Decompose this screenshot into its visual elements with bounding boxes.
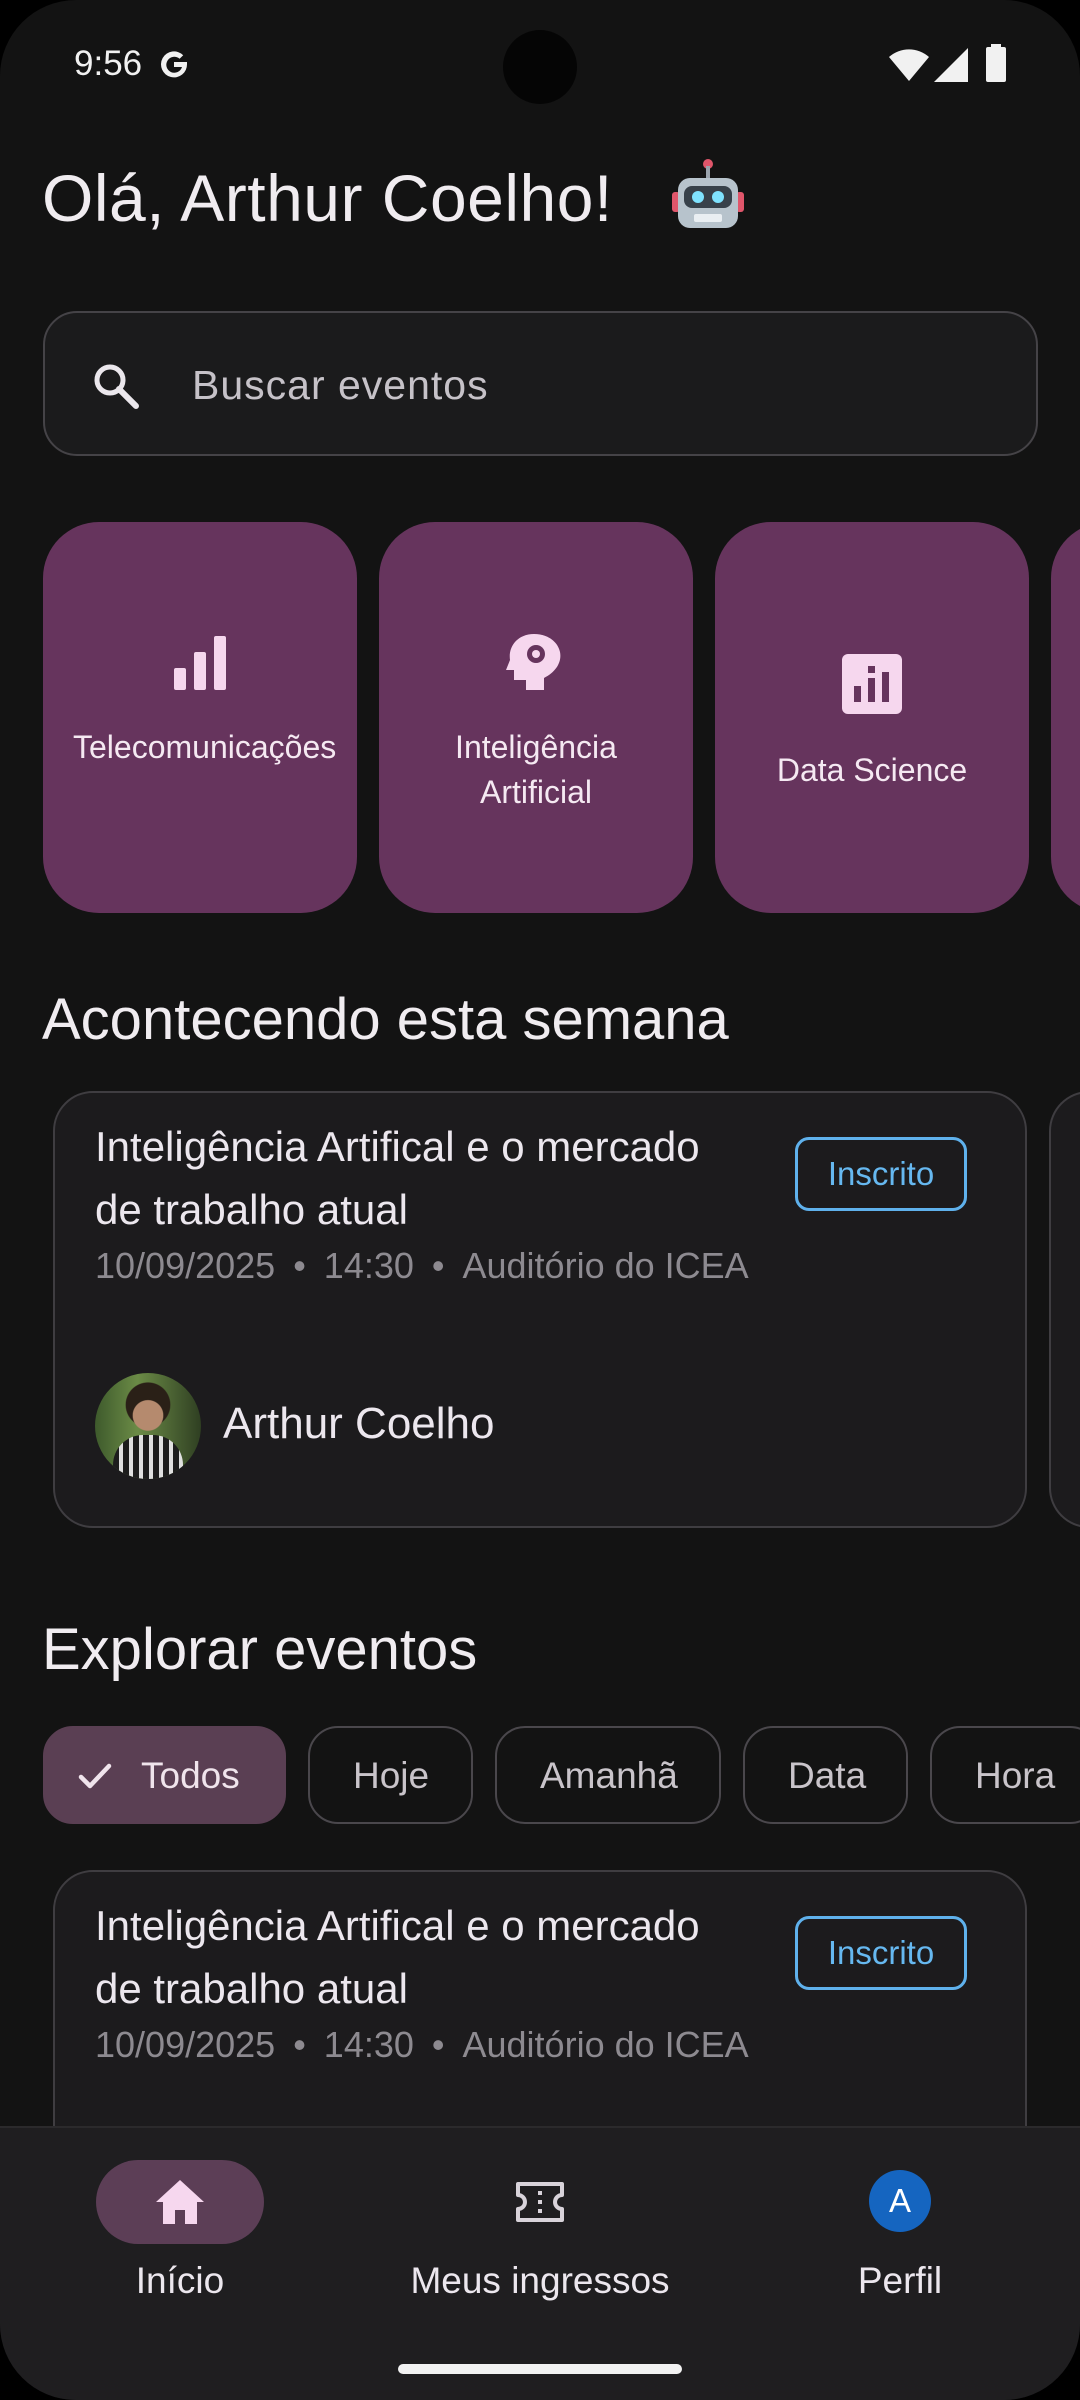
nav-label: Perfil: [857, 2260, 943, 2301]
event-date: 10/09/2025: [95, 2024, 276, 2065]
category-card-ai[interactable]: Inteligência Artificial: [379, 522, 693, 913]
separator-dot: •: [431, 2024, 445, 2065]
section-title-explore: Explorar eventos: [42, 1617, 478, 1682]
filter-chip-hora[interactable]: Hora: [930, 1726, 1080, 1824]
category-card-data-science[interactable]: Data Science: [715, 522, 1029, 913]
signal-icon: [934, 48, 968, 82]
search-bar[interactable]: Buscar eventos: [43, 311, 1038, 456]
ticket-icon: [516, 2182, 564, 2222]
chip-label: Hoje: [353, 1755, 430, 1796]
event-meta: 10/09/2025 • 14:30 • Auditório do ICEA: [95, 1245, 749, 1287]
avatar-shirt: [113, 1435, 183, 1479]
nav-item-meus-ingressos[interactable]: Meus ingressos: [360, 2128, 720, 2328]
bottom-navigation: Início Meus ingressos A Perfil: [0, 2126, 1080, 2400]
robot-emoji-icon: [672, 159, 744, 228]
google-icon: [161, 51, 188, 78]
event-card-this-week[interactable]: Inteligência Artifical e o mercado de tr…: [53, 1091, 1027, 1528]
event-title: Inteligência Artifical e o mercado de tr…: [95, 1123, 700, 1233]
event-time: 14:30: [323, 1245, 414, 1286]
chip-label: Amanhã: [540, 1755, 678, 1796]
chip-label: Todos: [141, 1755, 240, 1796]
separator-dot: •: [293, 2024, 306, 2065]
nav-label: Início: [135, 2260, 225, 2301]
nav-item-perfil[interactable]: A Perfil: [720, 2128, 1080, 2328]
organizer-name: Arthur Coelho: [223, 1399, 495, 1448]
event-location: Auditório do ICEA: [462, 1245, 749, 1286]
event-meta: 10/09/2025 • 14:30 • Auditório do ICEA: [95, 2024, 749, 2066]
chip-fade: [866, 1728, 906, 1822]
nav-item-inicio[interactable]: Início: [0, 2128, 360, 2328]
chip-fade: [431, 1728, 471, 1822]
category-label: Inteligência Artificial: [455, 729, 617, 810]
battery-icon: [986, 44, 1006, 82]
bar-chart-icon: [174, 636, 226, 690]
filter-chip-hoje[interactable]: Hoje: [308, 1726, 473, 1824]
greeting-title: Olá, Arthur Coelho!: [42, 161, 613, 235]
analytics-icon: [842, 654, 902, 714]
event-card-peek[interactable]: [1049, 1091, 1080, 1528]
separator-dot: •: [293, 1245, 306, 1286]
category-card-peek[interactable]: [1051, 522, 1080, 913]
nav-label: Meus ingressos: [410, 2260, 670, 2301]
home-icon: [156, 2180, 204, 2224]
screen: 9:56 Olá, Arthur Coelho! Buscar eventos …: [0, 0, 1080, 2400]
chip-fade: [679, 1728, 719, 1822]
front-camera: [503, 30, 577, 104]
separator-dot: •: [431, 1245, 445, 1286]
section-title-this-week: Acontecendo esta semana: [42, 987, 729, 1052]
category-card-telecom[interactable]: Telecomunicações: [43, 522, 357, 913]
search-icon: [94, 364, 139, 409]
category-label: Data Science: [776, 752, 968, 788]
status-bar: 9:56: [0, 0, 1080, 130]
organizer-avatar: [95, 1373, 201, 1479]
status-badge: Inscrito: [795, 1137, 967, 1211]
event-time: 14:30: [323, 2024, 414, 2065]
filter-chip-data[interactable]: Data: [743, 1726, 908, 1824]
status-badge: Inscrito: [795, 1916, 967, 1990]
event-title: Inteligência Artifical e o mercado de tr…: [95, 1902, 700, 2012]
chip-fade: [244, 1728, 284, 1822]
event-date: 10/09/2025: [95, 1245, 276, 1286]
check-icon: [78, 1763, 112, 1789]
chip-label: Data: [788, 1755, 867, 1796]
search-input[interactable]: Buscar eventos: [192, 362, 489, 409]
filter-chip-todos[interactable]: Todos: [43, 1726, 286, 1824]
filter-chip-amanha[interactable]: Amanhã: [495, 1726, 721, 1824]
wifi-icon: [889, 49, 929, 81]
status-time: 9:56: [74, 44, 143, 83]
category-label: Telecomunicações: [73, 729, 337, 765]
profile-avatar: A: [869, 2170, 931, 2232]
event-location: Auditório do ICEA: [462, 2024, 749, 2065]
psychology-icon: [506, 634, 561, 690]
gesture-handle[interactable]: [398, 2364, 682, 2374]
chip-label: Hora: [975, 1755, 1056, 1796]
